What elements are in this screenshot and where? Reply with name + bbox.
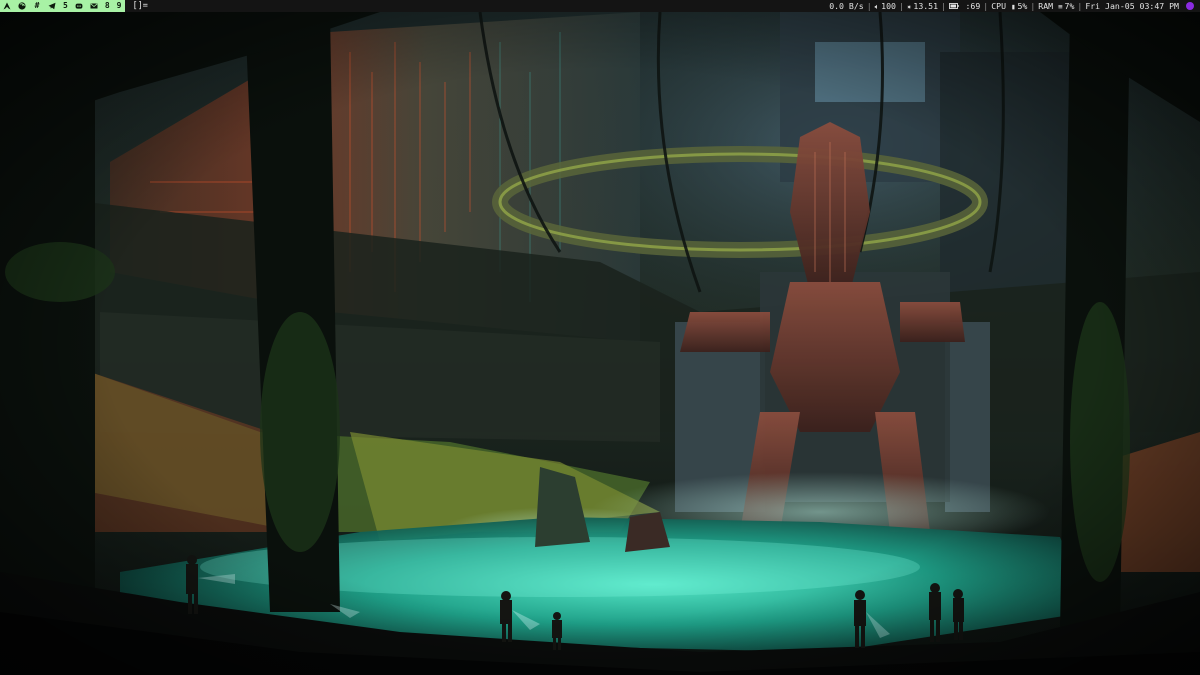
ram-module: RAM ≡ 7% xyxy=(1035,0,1077,13)
ram-label: RAM xyxy=(1038,0,1054,11)
cpu-chip-icon: ▮ xyxy=(1010,1,1016,11)
workspace-5[interactable]: 5 xyxy=(63,0,68,12)
sun-icon: ✷ xyxy=(906,1,912,11)
workspace-2-firefox-icon[interactable] xyxy=(18,2,26,10)
desktop-wallpaper xyxy=(0,12,1200,675)
clock[interactable]: Fri Jan-05 03:47 PM xyxy=(1082,0,1182,12)
volume-module[interactable]: 🔈︎ 100 xyxy=(872,0,899,13)
workspace-9[interactable]: 9 xyxy=(117,0,122,12)
workspace-4-telegram-icon[interactable] xyxy=(48,2,56,10)
battery-module: :69 xyxy=(946,0,983,13)
workspace-1-arch-icon[interactable] xyxy=(3,2,11,10)
brightness-value: 13.51 xyxy=(913,0,939,11)
workspace-3-hash-icon[interactable]: # xyxy=(33,1,41,10)
brightness-module[interactable]: ✷ 13.51 xyxy=(904,0,941,13)
workspace-7-mail-icon[interactable] xyxy=(90,2,98,10)
memory-icon: ≡ xyxy=(1058,1,1063,11)
cpu-label: CPU xyxy=(991,0,1007,11)
cpu-module: CPU ▮ 5% xyxy=(988,0,1030,13)
workspace-8[interactable]: 8 xyxy=(105,0,110,12)
speaker-icon: 🔈︎ xyxy=(874,1,880,11)
volume-value: 100 xyxy=(881,0,896,11)
battery-icon xyxy=(949,2,964,11)
cpu-value: 5% xyxy=(1017,0,1028,11)
status-modules: 0.0 B/s | 🔈︎ 100 | ✷ 13.51 | :69 | CPU ▮ 5%… xyxy=(826,0,1200,13)
workspace-list: # 5 8 9 xyxy=(0,0,126,12)
tray-app-icon[interactable] xyxy=(1186,2,1194,10)
ram-value: 7% xyxy=(1064,0,1075,11)
status-bar: # 5 8 9 []= 0.0 B/s | 🔈︎ 100 | ✷ 13.51 | :… xyxy=(0,0,1200,12)
network-speed: 0.0 B/s xyxy=(829,1,864,11)
workspace-6-discord-icon[interactable] xyxy=(75,2,83,10)
battery-value: :69 xyxy=(965,0,981,11)
layout-indicator[interactable]: []= xyxy=(132,0,147,12)
